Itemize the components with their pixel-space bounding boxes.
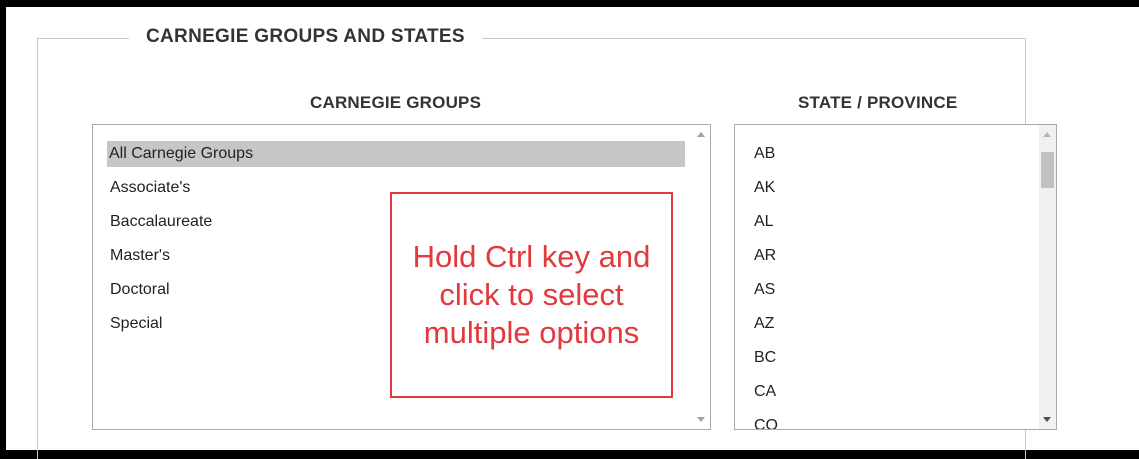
- option-state[interactable]: AB: [752, 141, 775, 167]
- carnegie-groups-label: CARNEGIE GROUPS: [310, 93, 482, 112]
- option-baccalaureate[interactable]: Baccalaureate: [108, 209, 212, 235]
- option-masters[interactable]: Master's: [108, 243, 170, 269]
- option-special[interactable]: Special: [108, 311, 162, 337]
- option-associates[interactable]: Associate's: [108, 175, 190, 201]
- option-state[interactable]: AL: [752, 209, 774, 235]
- option-state[interactable]: CA: [752, 379, 776, 405]
- carnegie-groups-scrollbar[interactable]: [693, 125, 710, 429]
- state-province-listbox[interactable]: AB AK AL AR AS AZ BC CA CO: [734, 124, 1057, 430]
- scroll-down-icon[interactable]: [697, 417, 705, 422]
- multi-select-hint-callout: Hold Ctrl key and click to select multip…: [390, 192, 673, 398]
- scroll-down-icon[interactable]: [1043, 417, 1051, 422]
- scrollbar-thumb[interactable]: [1041, 152, 1054, 188]
- scroll-up-icon[interactable]: [1043, 132, 1051, 137]
- option-state[interactable]: AZ: [752, 311, 774, 337]
- option-state[interactable]: AS: [752, 277, 775, 303]
- state-province-scrollbar[interactable]: [1039, 125, 1056, 429]
- option-all-carnegie-groups[interactable]: All Carnegie Groups: [107, 141, 685, 167]
- filter-panel: CARNEGIE GROUPS AND STATES CARNEGIE GROU…: [6, 7, 1139, 459]
- option-state[interactable]: BC: [752, 345, 776, 371]
- section-title: CARNEGIE GROUPS AND STATES: [129, 26, 482, 48]
- state-province-label: STATE / PROVINCE: [798, 93, 958, 112]
- option-state[interactable]: AR: [752, 243, 776, 269]
- option-state[interactable]: AK: [752, 175, 775, 201]
- option-doctoral[interactable]: Doctoral: [108, 277, 170, 303]
- option-state[interactable]: CO: [752, 413, 778, 429]
- scroll-up-icon[interactable]: [697, 132, 705, 137]
